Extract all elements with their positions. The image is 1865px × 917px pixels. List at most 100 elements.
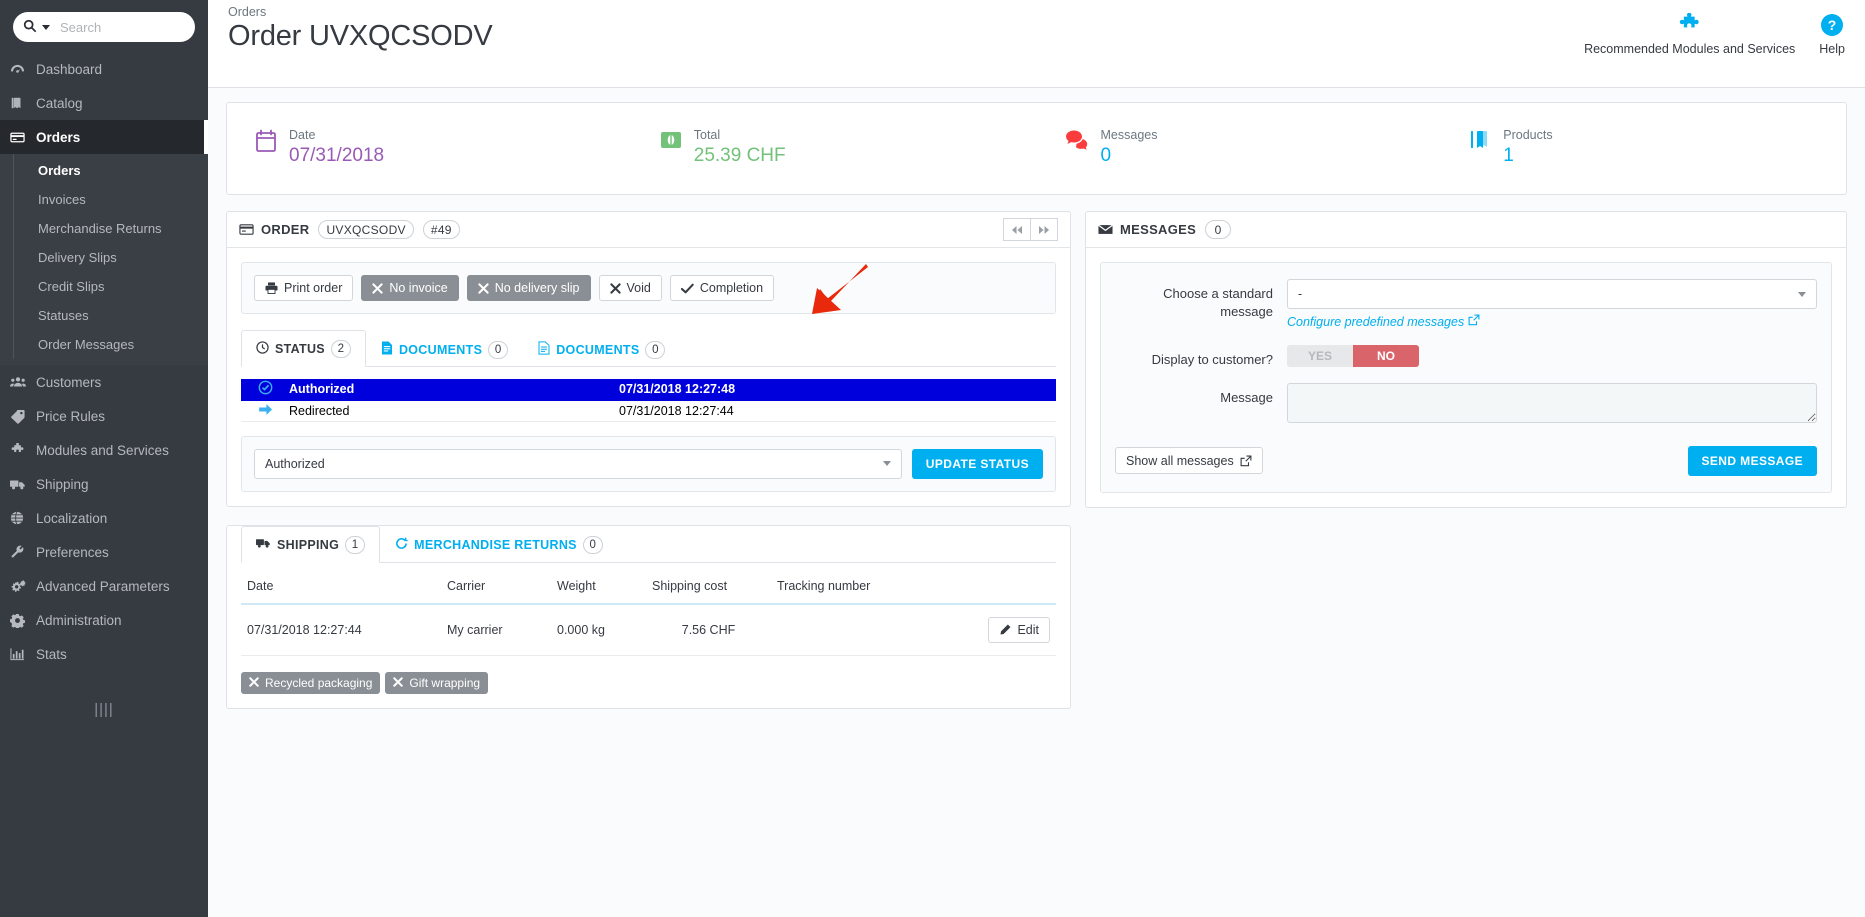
status-name: Redirected [289, 400, 619, 422]
show-all-messages-button[interactable]: Show all messages [1115, 447, 1263, 474]
top-bar-actions: Recommended Modules and Services ? Help [1572, 10, 1857, 56]
status-select-value: Authorized [265, 456, 325, 471]
help-label: Help [1819, 42, 1845, 56]
message-control [1287, 382, 1817, 428]
help-button[interactable]: ? Help [1807, 10, 1857, 56]
printer-icon [265, 282, 278, 294]
status-date: 07/31/2018 12:27:44 [619, 400, 1056, 422]
sidebar-item-customers[interactable]: Customers [0, 365, 208, 399]
order-panel-body: Print order No invoice No delivery slip … [227, 248, 1070, 506]
messages-panel: MESSAGES 0 Choose a standard message - C… [1085, 211, 1847, 508]
shipping-panel: SHIPPING 1 MERCHANDISE RETURNS 0 Date Ca… [226, 524, 1071, 709]
sidebar-item-localization[interactable]: Localization [0, 501, 208, 535]
toggle-no[interactable]: NO [1353, 344, 1419, 367]
times-icon [478, 282, 489, 294]
no-invoice-button[interactable]: No invoice [361, 275, 459, 301]
recycled-packaging-tag: Recycled packaging [241, 671, 381, 694]
sidebar-item-label: Shipping [36, 476, 89, 492]
sidebar-subitem-label: Merchandise Returns [38, 221, 162, 236]
standard-message-value: - [1298, 287, 1303, 301]
sidebar-subitem-statuses[interactable]: Statuses [0, 301, 208, 330]
shipping-tags: Recycled packaging Gift wrapping [241, 671, 1056, 694]
sidebar-item-modules-and-services[interactable]: Modules and Services [0, 433, 208, 467]
tab-documents-1[interactable]: DOCUMENTS 0 [366, 330, 523, 367]
message-textarea[interactable] [1287, 382, 1817, 423]
kpi-label: Messages [1100, 128, 1158, 142]
doc-blue-icon [381, 341, 393, 358]
sidebar-subitem-invoices[interactable]: Invoices [0, 185, 208, 214]
previous-order-button[interactable] [1003, 218, 1031, 241]
kpi-products[interactable]: Products 1 [1441, 128, 1846, 169]
order-actions-bar: Print order No invoice No delivery slip … [241, 262, 1056, 314]
cell-carrier: My carrier [441, 603, 551, 656]
search-input[interactable] [58, 18, 208, 36]
tab-status[interactable]: STATUS 2 [241, 330, 366, 367]
kpi-date[interactable]: Date 07/31/2018 [227, 128, 632, 169]
shipping-table: Date Carrier Weight Shipping cost Tracki… [241, 568, 1056, 656]
shipping-tabs: SHIPPING 1 MERCHANDISE RETURNS 0 [241, 525, 1056, 563]
search-dropdown-caret-icon[interactable] [42, 24, 50, 30]
no-delivery-slip-button[interactable]: No delivery slip [466, 275, 591, 301]
search-box[interactable] [13, 12, 208, 42]
tab-documents-label: DOCUMENTS [398, 342, 483, 357]
display-to-customer-toggle[interactable]: YES NO [1287, 344, 1419, 367]
sidebar-collapse-handle[interactable]: |||| [0, 701, 208, 718]
shipping-panel-body: SHIPPING 1 MERCHANDISE RETURNS 0 Date Ca… [227, 525, 1070, 708]
recommended-modules-button[interactable]: Recommended Modules and Services [1572, 10, 1807, 56]
message-label: Message [1220, 389, 1273, 405]
order-panel-header: ORDER UVXQCSODV #49 [227, 212, 1070, 248]
kpi-value: 25.39 CHF [693, 145, 786, 166]
tab-shipping[interactable]: SHIPPING 1 [241, 525, 381, 563]
sidebar-item-shipping[interactable]: Shipping [0, 467, 208, 501]
sidebar-subitem-orders[interactable]: Orders [0, 156, 208, 185]
print-order-label: Print order [284, 281, 343, 295]
sidebar-item-administration[interactable]: Administration [0, 603, 208, 637]
messages-form: Choose a standard message - Configure pr… [1100, 262, 1832, 493]
external-link-icon [1240, 455, 1252, 467]
sidebar: Dashboard Catalog Orders Orders Invoices [0, 0, 208, 917]
completion-button[interactable]: Completion [669, 275, 775, 301]
kpi-messages[interactable]: Messages 0 [1037, 128, 1442, 169]
sidebar-item-stats[interactable]: Stats [0, 637, 208, 671]
edit-shipping-button[interactable]: Edit [988, 616, 1050, 643]
table-row[interactable]: Authorized 07/31/2018 12:27:48 [241, 379, 1056, 401]
update-status-button[interactable]: Update status [911, 448, 1043, 479]
void-button[interactable]: Void [598, 275, 662, 301]
sidebar-subitem-merchandise-returns[interactable]: Merchandise Returns [0, 214, 208, 243]
send-message-button[interactable]: Send message [1687, 445, 1817, 476]
kpi-label: Date [289, 128, 316, 142]
sidebar-item-price-rules[interactable]: Price Rules [0, 399, 208, 433]
sidebar-item-label: Orders [36, 129, 81, 145]
tab-documents-2[interactable]: DOCUMENTS 0 [523, 330, 680, 367]
sidebar-item-dashboard[interactable]: Dashboard [0, 52, 208, 86]
tab-merchandise-returns[interactable]: MERCHANDISE RETURNS 0 [380, 526, 618, 563]
sidebar-item-preferences[interactable]: Preferences [0, 535, 208, 569]
sidebar-subitem-label: Orders [38, 163, 81, 178]
chevron-down-icon [882, 461, 891, 466]
customers-icon [10, 375, 36, 389]
sidebar-item-orders[interactable]: Orders [0, 120, 208, 154]
next-order-button[interactable] [1030, 218, 1058, 241]
sidebar-subitem-order-messages[interactable]: Order Messages [0, 330, 208, 359]
order-reference-badge: UVXQCSODV [318, 220, 414, 239]
sidebar-item-label: Stats [36, 646, 67, 662]
message-row: Message [1115, 382, 1817, 428]
truck-icon [10, 478, 36, 491]
sidebar-item-catalog[interactable]: Catalog [0, 86, 208, 120]
sidebar-item-advanced-parameters[interactable]: Advanced Parameters [0, 569, 208, 603]
sidebar-item-label: Price Rules [36, 408, 106, 424]
standard-message-select[interactable]: - [1287, 279, 1817, 309]
toggle-yes[interactable]: YES [1287, 344, 1353, 367]
table-row[interactable]: Redirected 07/31/2018 12:27:44 [241, 400, 1056, 422]
sidebar-subitem-delivery-slips[interactable]: Delivery Slips [0, 243, 208, 272]
comments-icon [1065, 129, 1089, 156]
gift-wrapping-tag: Gift wrapping [385, 671, 489, 694]
check-icon [680, 283, 694, 294]
sidebar-item-label: Catalog [36, 95, 83, 111]
sidebar-subitem-credit-slips[interactable]: Credit Slips [0, 272, 208, 301]
print-order-button[interactable]: Print order [254, 275, 354, 301]
order-panel-title: ORDER [261, 222, 310, 237]
configure-predefined-messages-link[interactable]: Configure predefined messages [1287, 314, 1480, 329]
kpi-total[interactable]: Total 25.39 CHF [632, 128, 1037, 169]
status-select[interactable]: Authorized [254, 448, 902, 479]
